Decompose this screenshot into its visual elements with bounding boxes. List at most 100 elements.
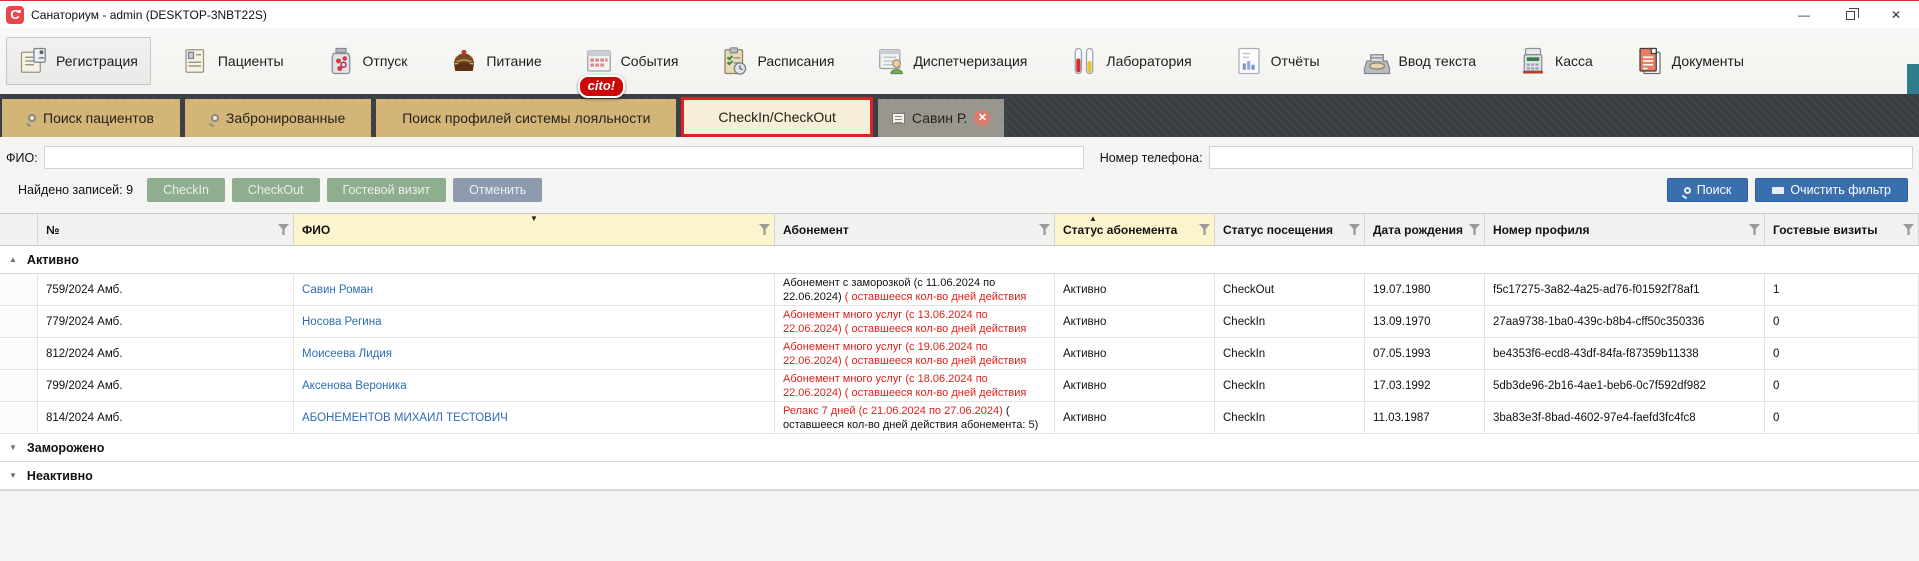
cell-profile-number: 5db3de96-2b16-4ae1-beb6-0c7f592df982 bbox=[1485, 370, 1765, 402]
search-icon bbox=[28, 114, 36, 122]
filter-funnel-icon[interactable] bbox=[1349, 224, 1360, 235]
typewriter-icon bbox=[1362, 46, 1392, 76]
toolbar-item-vacation[interactable]: Отпуск bbox=[314, 38, 420, 84]
restore-button[interactable] bbox=[1827, 1, 1873, 28]
search-button[interactable]: Поиск bbox=[1667, 178, 1749, 202]
cell-subscription: Абонемент много услуг (с 18.06.2024 по 2… bbox=[775, 370, 1055, 402]
toolbar-overflow-button[interactable] bbox=[1907, 64, 1919, 94]
expand-arrow-icon[interactable]: ▼ bbox=[9, 443, 17, 452]
header-subscription[interactable]: Абонемент bbox=[775, 214, 1055, 246]
checkout-button[interactable]: CheckOut bbox=[232, 178, 320, 202]
toolbar-item-laboratory[interactable]: Лаборатория bbox=[1057, 38, 1203, 84]
tab-loyalty-profiles-search[interactable]: Поиск профилей системы лояльности bbox=[376, 99, 676, 137]
header-birth-date[interactable]: Дата рождения bbox=[1365, 214, 1485, 246]
records-found-label: Найдено записей: 9 bbox=[18, 183, 133, 197]
cell-birth-date: 11.03.1987 bbox=[1365, 402, 1485, 434]
minimize-button[interactable]: — bbox=[1781, 1, 1827, 28]
patient-link[interactable]: Носова Регина bbox=[302, 316, 381, 328]
table-row[interactable]: 779/2024 Амб. Носова Регина Абонемент мн… bbox=[0, 306, 1919, 338]
filter-row: ФИО: Номер телефона: bbox=[4, 146, 1915, 169]
toolbar-item-patients[interactable]: Пациенты bbox=[169, 38, 296, 84]
tab-booked[interactable]: Забронированные bbox=[185, 99, 371, 137]
filter-funnel-icon[interactable] bbox=[1199, 224, 1210, 235]
guest-visit-button[interactable]: Гостевой визит bbox=[327, 178, 447, 202]
cell-guest-visits: 1 bbox=[1765, 274, 1919, 306]
table-row[interactable]: 812/2024 Амб. Моисеева Лидия Абонемент м… bbox=[0, 338, 1919, 370]
toolbar-item-dispatch[interactable]: Диспетчеризация bbox=[864, 38, 1039, 84]
table-row[interactable]: 799/2024 Амб. Аксенова Вероника Абонемен… bbox=[0, 370, 1919, 402]
filter-funnel-icon[interactable] bbox=[1039, 224, 1050, 235]
cell-fio[interactable]: АБОНЕМЕНТОВ МИХАИЛ ТЕСТОВИЧ bbox=[294, 402, 775, 434]
group-label: Активно bbox=[27, 253, 79, 267]
group-row-active[interactable]: ▲ Активно bbox=[0, 246, 1919, 274]
cell-fio[interactable]: Носова Регина bbox=[294, 306, 775, 338]
tab-label: Савин Р. bbox=[912, 110, 968, 126]
fio-input[interactable] bbox=[44, 146, 1084, 169]
patient-link[interactable]: Моисеева Лидия bbox=[302, 348, 392, 360]
toolbar-item-registration[interactable]: Регистрация bbox=[6, 37, 151, 85]
checkin-button[interactable]: CheckIn bbox=[147, 178, 225, 202]
sort-asc-icon: ▲ bbox=[1089, 215, 1097, 223]
row-gutter bbox=[0, 274, 38, 306]
cell-birth-date: 17.03.1992 bbox=[1365, 370, 1485, 402]
cell-visit-status: CheckIn bbox=[1215, 338, 1365, 370]
group-row-frozen[interactable]: ▼ Заморожено bbox=[0, 434, 1919, 462]
tab-patient-search[interactable]: Поиск пациентов bbox=[2, 99, 180, 137]
toolbar-item-documents[interactable]: Документы bbox=[1623, 38, 1756, 84]
toolbar-label: Отпуск bbox=[363, 53, 408, 69]
header-label: Абонемент bbox=[783, 223, 849, 237]
tab-patient-savin[interactable]: Савин Р. ✕ bbox=[878, 99, 1005, 137]
toolbar-item-schedules[interactable]: Расписания bbox=[708, 38, 846, 84]
toolbar-item-cashbox[interactable]: Касса bbox=[1506, 38, 1605, 84]
test-tubes-icon bbox=[1069, 46, 1099, 76]
tab-checkin-checkout[interactable]: CheckIn/CheckOut bbox=[681, 97, 873, 137]
tab-label: CheckIn/CheckOut bbox=[718, 109, 836, 125]
action-row: Найдено записей: 9 CheckIn CheckOut Гост… bbox=[4, 178, 1915, 202]
search-button-label: Поиск bbox=[1697, 183, 1732, 197]
filter-funnel-icon[interactable] bbox=[278, 224, 289, 235]
cell-fio[interactable]: Моисеева Лидия bbox=[294, 338, 775, 370]
sort-desc-icon: ▼ bbox=[530, 215, 538, 223]
toolbar-label: Касса bbox=[1555, 53, 1593, 69]
group-row-inactive[interactable]: ▼ Неактивно bbox=[0, 462, 1919, 490]
patient-link[interactable]: АБОНЕМЕНТОВ МИХАИЛ ТЕСТОВИЧ bbox=[302, 412, 508, 424]
header-profile-number[interactable]: Номер профиля bbox=[1485, 214, 1765, 246]
group-label: Неактивно bbox=[27, 469, 93, 483]
toolbar-item-text-input[interactable]: Ввод текста bbox=[1350, 38, 1489, 84]
row-gutter bbox=[0, 402, 38, 434]
header-label: Гостевые визиты bbox=[1773, 223, 1877, 237]
cell-profile-number: be4353f6-ecd8-43df-84fa-f87359b11338 bbox=[1485, 338, 1765, 370]
expand-arrow-icon[interactable]: ▼ bbox=[9, 471, 17, 480]
cell-num: 759/2024 Амб. bbox=[38, 274, 294, 306]
collapse-arrow-icon[interactable]: ▲ bbox=[9, 255, 17, 264]
filter-funnel-icon[interactable] bbox=[1903, 224, 1914, 235]
table-row[interactable]: 814/2024 Амб. АБОНЕМЕНТОВ МИХАИЛ ТЕСТОВИ… bbox=[0, 402, 1919, 434]
close-button[interactable]: ✕ bbox=[1873, 1, 1919, 28]
header-guest-visits[interactable]: Гостевые визиты bbox=[1765, 214, 1919, 246]
filter-funnel-icon[interactable] bbox=[1469, 224, 1480, 235]
header-fio[interactable]: ▼ ФИО bbox=[294, 214, 775, 246]
table-row[interactable]: 759/2024 Амб. Савин Роман Абонемент с за… bbox=[0, 274, 1919, 306]
close-tab-icon[interactable]: ✕ bbox=[974, 110, 990, 126]
cell-visit-status: CheckOut bbox=[1215, 274, 1365, 306]
toolbar-item-events[interactable]: cito! События bbox=[572, 38, 691, 84]
header-subscription-status[interactable]: ▲ Статус абонемента bbox=[1055, 214, 1215, 246]
filter-funnel-icon[interactable] bbox=[1749, 224, 1760, 235]
header-label: № bbox=[46, 223, 59, 237]
cell-fio[interactable]: Аксенова Вероника bbox=[294, 370, 775, 402]
patient-link[interactable]: Савин Роман bbox=[302, 284, 373, 296]
clear-filter-button[interactable]: Очистить фильтр bbox=[1755, 178, 1908, 202]
toolbar-label: Регистрация bbox=[56, 53, 138, 69]
header-label: Статус абонемента bbox=[1063, 223, 1177, 237]
header-expander-column bbox=[0, 214, 38, 246]
cell-fio[interactable]: Савин Роман bbox=[294, 274, 775, 306]
row-gutter bbox=[0, 306, 38, 338]
toolbar-item-food[interactable]: Питание bbox=[437, 38, 553, 84]
header-num[interactable]: № bbox=[38, 214, 294, 246]
header-visit-status[interactable]: Статус посещения bbox=[1215, 214, 1365, 246]
patient-link[interactable]: Аксенова Вероника bbox=[302, 380, 407, 392]
phone-input[interactable] bbox=[1209, 146, 1913, 169]
cancel-button[interactable]: Отменить bbox=[453, 178, 542, 202]
filter-funnel-icon[interactable] bbox=[759, 224, 770, 235]
toolbar-item-reports[interactable]: Отчёты bbox=[1222, 38, 1332, 84]
